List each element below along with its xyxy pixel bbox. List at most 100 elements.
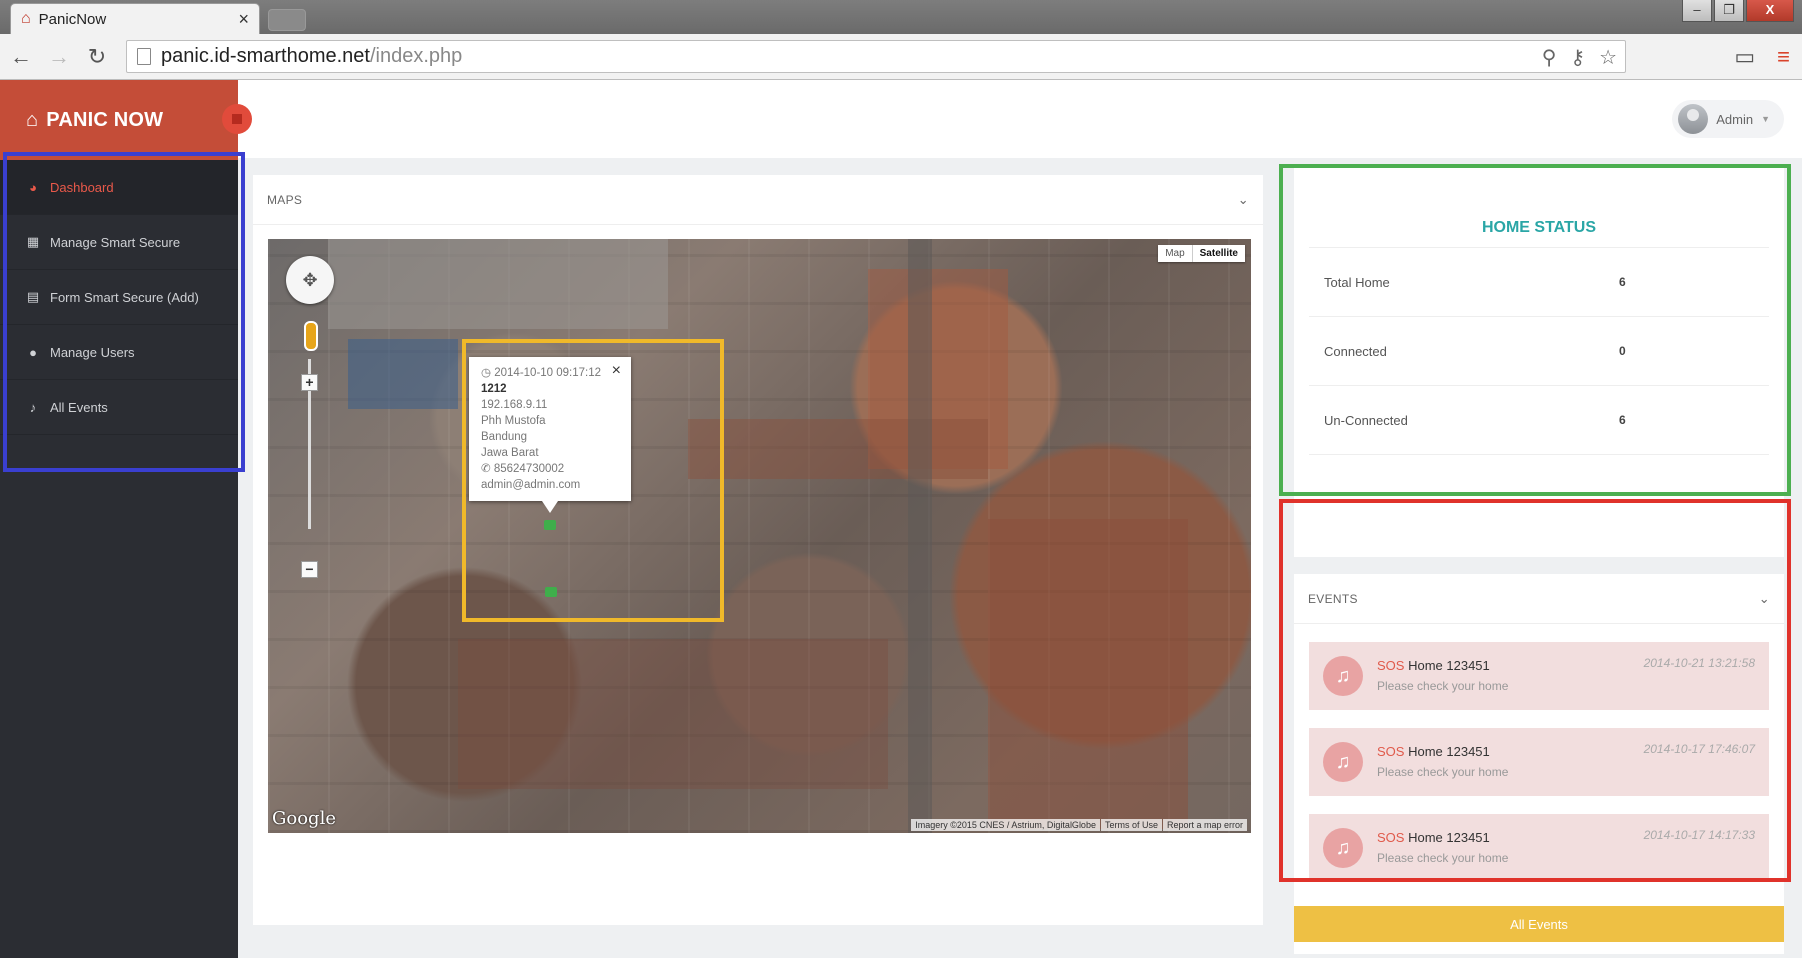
sidebar-item-label: All Events xyxy=(50,399,108,415)
browser-menu-icon[interactable]: ≡ xyxy=(1777,44,1790,70)
sidebar-item-label: Dashboard xyxy=(50,179,114,195)
event-type: SOS xyxy=(1377,830,1405,845)
clock-icon: ◷ xyxy=(481,367,492,379)
sidebar-item-manage-users[interactable]: ● Manage Users xyxy=(0,325,238,380)
street-view-pegman-icon[interactable] xyxy=(304,321,318,351)
bell-icon: ♫ xyxy=(1323,656,1363,696)
browser-titlebar: ⌂ PanicNow × – ❐ X xyxy=(0,0,1802,34)
bookmark-star-icon[interactable]: ☆ xyxy=(1599,45,1617,70)
infowindow-code: 1212 xyxy=(481,383,507,395)
sidebar-item-form-smart-secure[interactable]: ▤ Form Smart Secure (Add) xyxy=(0,270,238,325)
home-marker-icon[interactable] xyxy=(545,587,557,597)
infowindow-phone: 85624730002 xyxy=(493,463,565,475)
browser-tab[interactable]: ⌂ PanicNow × xyxy=(10,3,260,34)
google-logo: Google xyxy=(272,808,336,829)
event-home: Home 123451 xyxy=(1408,830,1490,845)
maps-panel: MAPS ⌄ ✥ + − Map Satellite × ◷ 2014-10-1… xyxy=(253,175,1263,925)
reload-icon[interactable]: ↻ xyxy=(80,44,114,70)
phone-icon: ✆ xyxy=(481,463,491,475)
maps-panel-header[interactable]: MAPS ⌄ xyxy=(253,175,1263,225)
bell-icon: ♪ xyxy=(29,399,37,415)
events-list: ♫ SOS Home 123451 Please check your home… xyxy=(1294,642,1784,882)
home-marker-icon[interactable] xyxy=(544,520,556,530)
close-tab-icon[interactable]: × xyxy=(238,9,249,30)
infowindow-city: Bandung xyxy=(481,431,528,443)
sidebar-item-all-events[interactable]: ♪ All Events xyxy=(0,380,238,435)
sidebar-item-manage-smart-secure[interactable]: ▦ Manage Smart Secure xyxy=(0,215,238,270)
map-building xyxy=(328,239,668,329)
maximize-button[interactable]: ❐ xyxy=(1714,0,1744,22)
sidebar-toggle-button[interactable] xyxy=(222,104,252,134)
zoom-in-button[interactable]: + xyxy=(301,374,318,391)
grid-icon: ▦ xyxy=(26,234,40,249)
sidebar-item-label: Manage Users xyxy=(50,344,135,360)
events-panel: EVENTS ⌄ ♫ SOS Home 123451 Please check … xyxy=(1294,574,1784,954)
address-bar[interactable]: panic.id-smarthome.net/index.php ⚲ ⚷ ☆ xyxy=(126,40,1626,73)
event-item[interactable]: ♫ SOS Home 123451 Please check your home… xyxy=(1309,728,1769,796)
home-status-title: HOME STATUS xyxy=(1309,219,1769,248)
events-panel-header[interactable]: EVENTS ⌄ xyxy=(1294,574,1784,624)
back-icon[interactable]: ← xyxy=(4,44,38,70)
url-path: /index.php xyxy=(369,45,463,67)
imagery-credit: Imagery ©2015 CNES / Astrium, DigitalGlo… xyxy=(911,819,1100,831)
infowindow-email: admin@admin.com xyxy=(481,479,581,491)
infowindow-timestamp: 2014-10-10 09:17:12 xyxy=(494,367,602,379)
event-message: Please check your home xyxy=(1377,851,1509,865)
cast-icon[interactable]: ▭ xyxy=(1734,44,1755,70)
home-icon: ⌂ xyxy=(26,108,39,131)
chevron-down-icon: ▼ xyxy=(1761,114,1770,124)
satellite-map[interactable]: ✥ + − Map Satellite × ◷ 2014-10-10 09:17… xyxy=(268,239,1251,833)
minimize-button[interactable]: – xyxy=(1682,0,1712,22)
map-building xyxy=(988,519,1188,829)
new-tab-button[interactable] xyxy=(268,9,306,31)
map-type-satellite-button[interactable]: Satellite xyxy=(1191,245,1245,262)
brand[interactable]: ⌂ PANIC NOW xyxy=(0,80,238,160)
top-header: Admin ▼ xyxy=(238,80,1802,158)
map-building xyxy=(458,639,888,789)
window-controls: – ❐ X xyxy=(1682,0,1794,22)
close-icon[interactable]: × xyxy=(612,363,621,379)
status-value: 0 xyxy=(1619,344,1626,358)
browser-toolbar: ← → ↻ panic.id-smarthome.net/index.php ⚲… xyxy=(0,34,1802,80)
event-home: Home 123451 xyxy=(1408,658,1490,673)
event-time: 2014-10-17 17:46:07 xyxy=(1643,742,1755,756)
dashboard-icon: ◕ xyxy=(29,179,37,195)
brand-title: PANIC NOW xyxy=(46,108,164,131)
map-type-map-button[interactable]: Map xyxy=(1158,245,1192,262)
bell-icon: ♫ xyxy=(1323,828,1363,868)
sidebar-item-label: Form Smart Secure (Add) xyxy=(50,289,199,305)
infowindow-province: Jawa Barat xyxy=(481,447,539,459)
status-value: 6 xyxy=(1619,275,1626,289)
event-item[interactable]: ♫ SOS Home 123451 Please check your home… xyxy=(1309,642,1769,710)
forward-icon[interactable]: → xyxy=(42,44,76,70)
home-status-row: Un-Connected 6 xyxy=(1309,386,1769,455)
all-events-button[interactable]: All Events xyxy=(1294,906,1784,942)
event-time: 2014-10-17 14:17:33 xyxy=(1643,828,1755,842)
chevron-down-icon[interactable]: ⌄ xyxy=(1759,591,1770,607)
tab-title: PanicNow xyxy=(38,10,107,28)
zoom-out-button[interactable]: − xyxy=(301,561,318,578)
event-message: Please check your home xyxy=(1377,765,1509,779)
stop-icon xyxy=(232,114,242,124)
chevron-down-icon[interactable]: ⌄ xyxy=(1238,192,1249,208)
map-building xyxy=(688,419,988,479)
report-error-link[interactable]: Report a map error xyxy=(1162,819,1247,831)
status-label: Un-Connected xyxy=(1324,412,1408,428)
map-infowindow: × ◷ 2014-10-10 09:17:12 1212 192.168.9.1… xyxy=(469,357,631,513)
terms-link[interactable]: Terms of Use xyxy=(1100,819,1162,831)
event-time: 2014-10-21 13:21:58 xyxy=(1643,656,1755,670)
pan-control-icon[interactable]: ✥ xyxy=(286,256,334,304)
bell-icon: ♫ xyxy=(1323,742,1363,782)
infowindow-name: Phh Mustofa xyxy=(481,415,546,427)
zoom-icon[interactable]: ⚲ xyxy=(1542,45,1557,70)
infowindow-ip: 192.168.9.11 xyxy=(481,399,548,411)
user-menu[interactable]: Admin ▼ xyxy=(1672,100,1784,138)
window-close-button[interactable]: X xyxy=(1746,0,1794,22)
app-root: ⌂ PANIC NOW ◕ Dashboard ▦ Manage Smart S… xyxy=(0,80,1802,958)
avatar xyxy=(1678,104,1709,134)
page-icon xyxy=(137,48,151,65)
key-icon[interactable]: ⚷ xyxy=(1570,45,1585,70)
event-item[interactable]: ♫ SOS Home 123451 Please check your home… xyxy=(1309,814,1769,882)
sidebar-item-dashboard[interactable]: ◕ Dashboard xyxy=(0,160,238,215)
status-label: Connected xyxy=(1324,343,1387,359)
